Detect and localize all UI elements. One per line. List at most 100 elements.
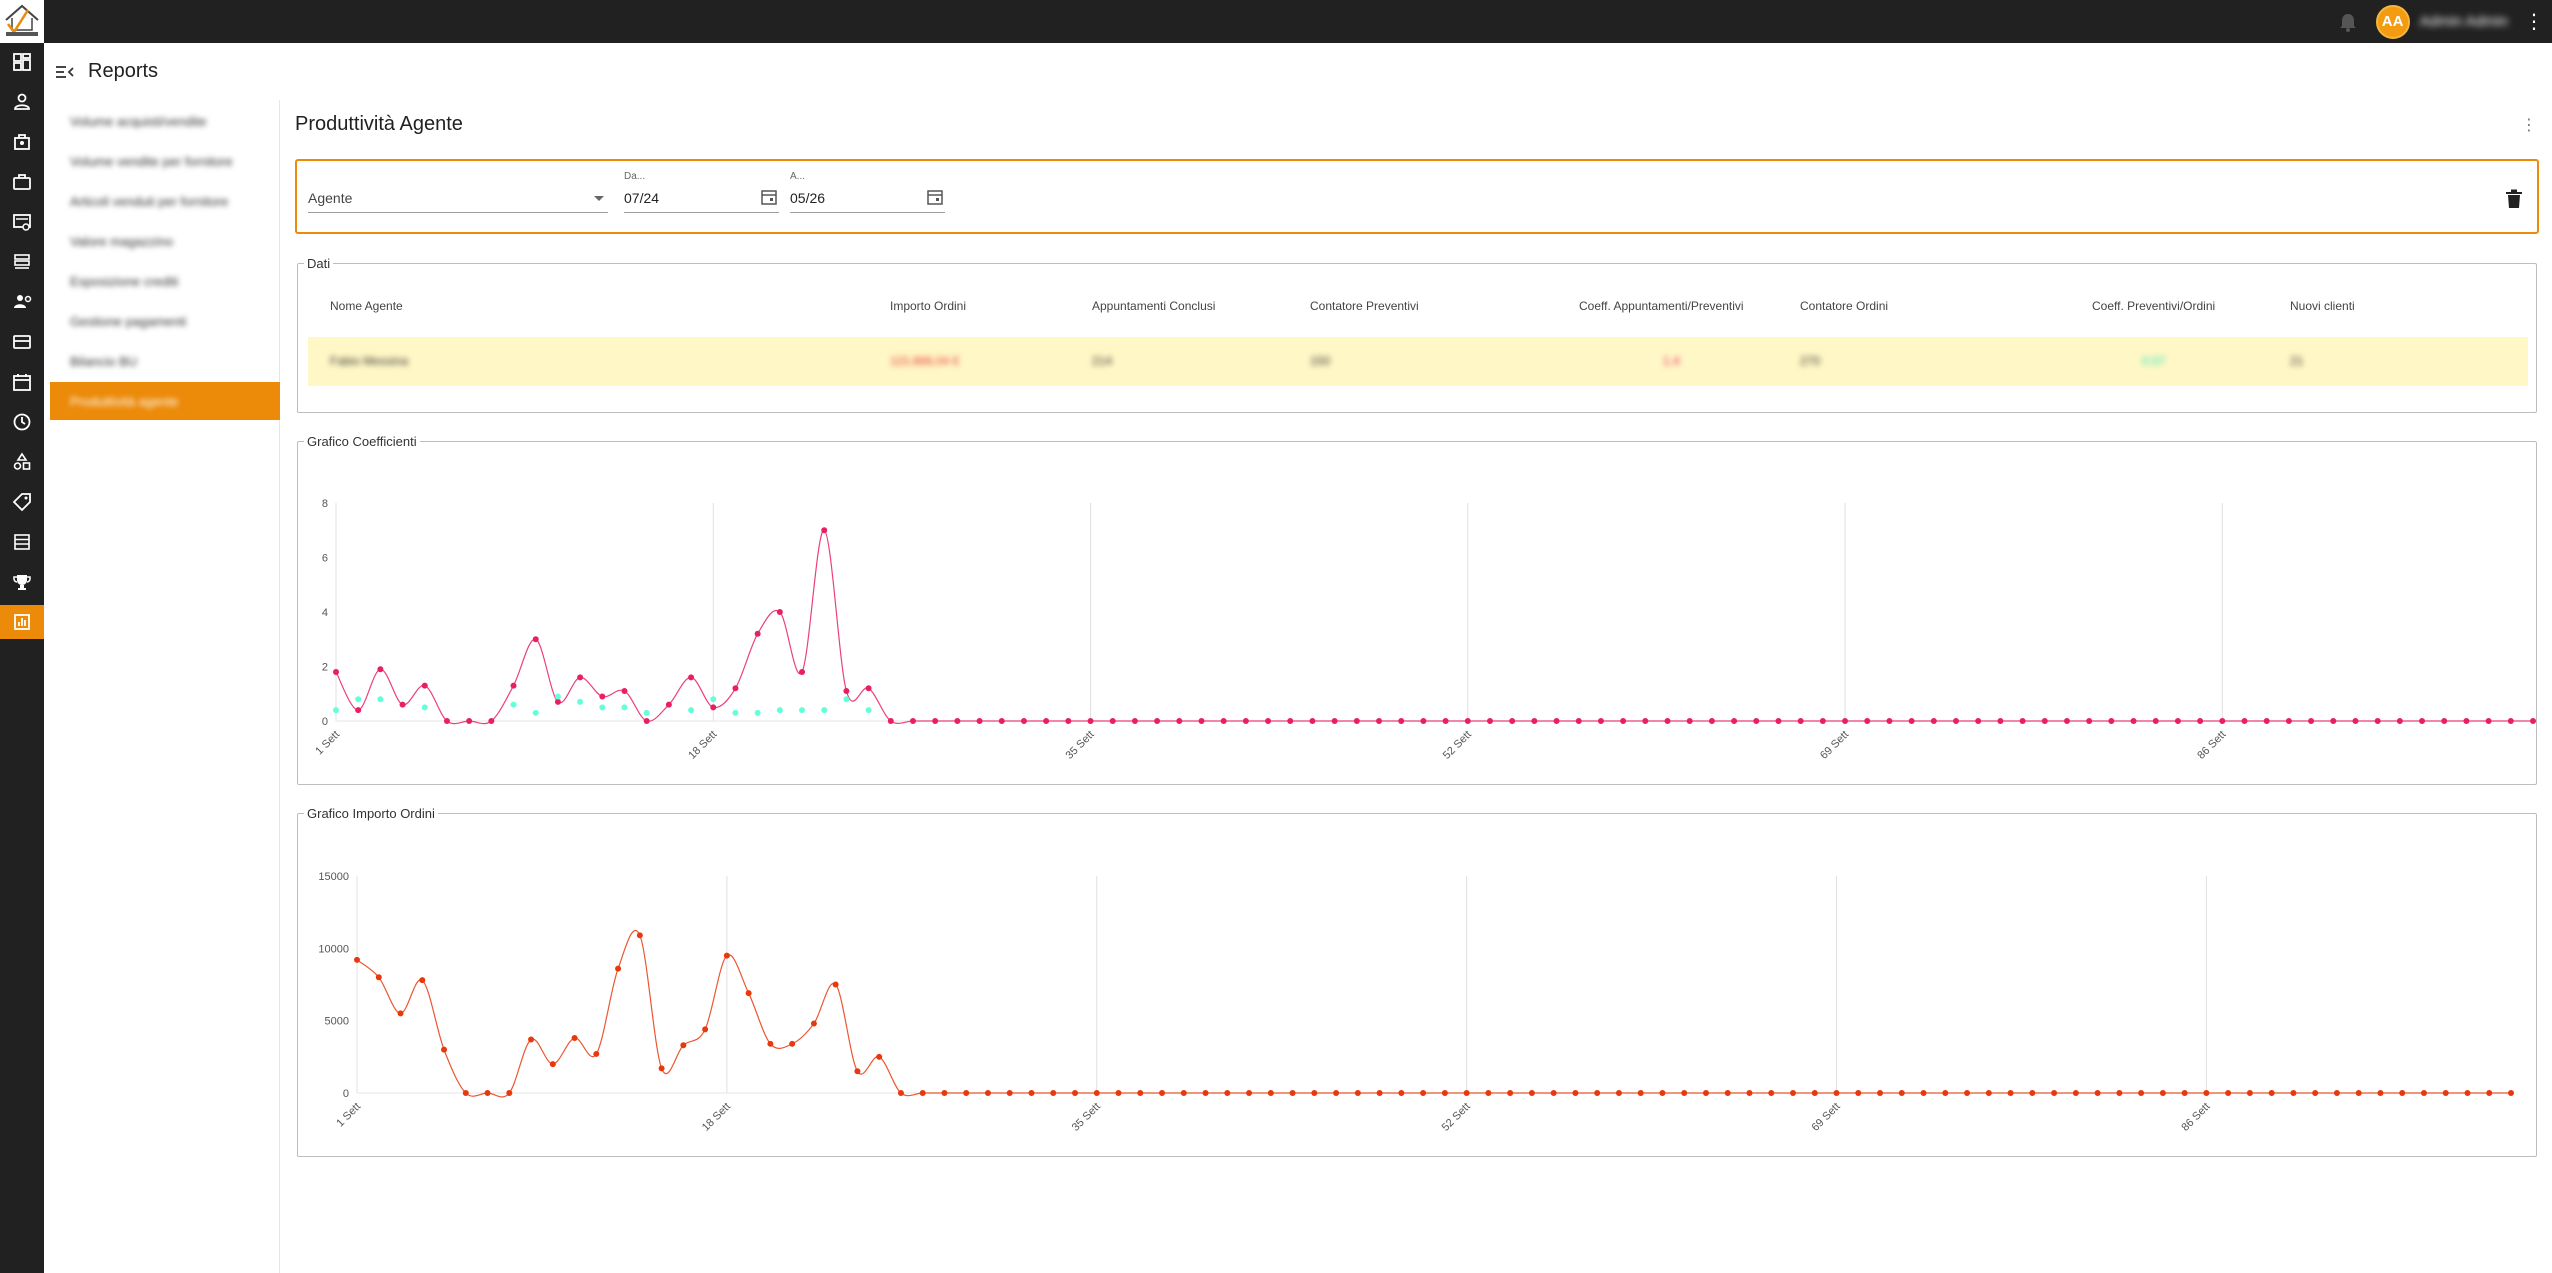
data-point bbox=[2094, 1090, 2101, 1096]
col-header-appuntamenti-conclusi[interactable]: Appuntamenti Conclusi bbox=[1092, 299, 1215, 313]
shapes-icon[interactable] bbox=[0, 445, 44, 479]
data-point bbox=[1331, 718, 1338, 724]
data-point bbox=[554, 698, 561, 705]
col-header-nuovi-clienti[interactable]: Nuovi clienti bbox=[2290, 299, 2355, 313]
sidebar-item-esposizione-crediti[interactable]: Esposizione crediti bbox=[50, 262, 280, 300]
x-tick-label: 18 Sett bbox=[686, 729, 719, 762]
data-point bbox=[1353, 718, 1360, 724]
data-point bbox=[1420, 1090, 1427, 1096]
data-point bbox=[767, 1040, 774, 1047]
tag-icon[interactable] bbox=[0, 485, 44, 519]
data-point bbox=[2399, 1090, 2406, 1096]
data-point bbox=[2159, 1090, 2166, 1096]
top-more-menu-icon[interactable]: ⋮ bbox=[2522, 7, 2546, 37]
data-point bbox=[484, 1090, 491, 1096]
date-from-field[interactable]: Da... 07/24 bbox=[624, 167, 779, 213]
data-point bbox=[643, 718, 650, 724]
data-point bbox=[1087, 718, 1094, 724]
data-point bbox=[599, 704, 606, 711]
sidebar-item-produttivita-agente[interactable]: Produttività agente bbox=[50, 382, 280, 420]
sidebar-item-volume-acquisti[interactable]: Volume acquisti/vendite bbox=[50, 102, 280, 140]
data-point bbox=[549, 1061, 556, 1068]
data-point bbox=[1842, 718, 1849, 724]
clock-icon[interactable] bbox=[0, 405, 44, 439]
data-point bbox=[1220, 718, 1227, 724]
filters-bar: Agente Da... 07/24 A... 05/26 bbox=[295, 159, 2539, 234]
person-icon[interactable] bbox=[0, 85, 44, 119]
col-header-contatore-ordini[interactable]: Contatore Ordini bbox=[1800, 299, 1888, 313]
calendar-picker-icon[interactable] bbox=[927, 189, 943, 205]
notifications-bell-icon[interactable] bbox=[2334, 8, 2362, 36]
data-point bbox=[1908, 718, 1915, 724]
person-gear-icon[interactable] bbox=[0, 285, 44, 319]
data-point bbox=[2486, 1090, 2493, 1096]
trophy-icon[interactable] bbox=[0, 565, 44, 599]
list-icon[interactable] bbox=[0, 525, 44, 559]
data-point bbox=[710, 696, 717, 703]
data-point bbox=[1198, 718, 1205, 724]
main-content: Produttività Agente ⋮ Agente Da... 07/24… bbox=[281, 100, 2552, 1273]
report-icon[interactable] bbox=[0, 605, 44, 639]
data-point bbox=[621, 704, 628, 711]
date-to-field[interactable]: A... 05/26 bbox=[790, 167, 945, 213]
data-point bbox=[665, 701, 672, 708]
menu-collapse-icon[interactable] bbox=[56, 61, 78, 83]
page-header: Reports bbox=[44, 43, 2552, 100]
data-point bbox=[1507, 1090, 1514, 1096]
data-point bbox=[1531, 718, 1538, 724]
data-point bbox=[466, 718, 473, 724]
briefcase-icon[interactable] bbox=[0, 165, 44, 199]
col-header-importo-ordini[interactable]: Importo Ordini bbox=[890, 299, 966, 313]
user-name[interactable]: Admin Admin bbox=[2420, 13, 2508, 30]
cell-importo-ordini: 115.888,04 € bbox=[890, 354, 960, 368]
report-more-menu-icon[interactable]: ⋮ bbox=[2519, 114, 2539, 136]
trash-icon[interactable] bbox=[2505, 189, 2523, 209]
col-header-coeff-preventivi[interactable]: Coeff. Preventivi/Ordini bbox=[2092, 299, 2215, 313]
data-point bbox=[789, 1040, 796, 1047]
y-tick-label: 2 bbox=[322, 662, 328, 674]
data-point bbox=[1528, 1090, 1535, 1096]
data-point bbox=[1109, 718, 1116, 724]
data-point bbox=[887, 718, 894, 724]
company-logo[interactable] bbox=[0, 0, 44, 43]
user-avatar[interactable]: AA bbox=[2375, 4, 2410, 39]
data-point bbox=[2290, 1090, 2297, 1096]
data-point bbox=[732, 685, 739, 692]
data-point bbox=[2019, 718, 2026, 724]
calendar-picker-icon[interactable] bbox=[761, 189, 777, 205]
agent-select[interactable]: Agente bbox=[308, 187, 608, 213]
sidebar-item-volume-vendite-fornitore[interactable]: Volume vendite per fornitore bbox=[50, 142, 280, 180]
data-point bbox=[2152, 718, 2159, 724]
data-point bbox=[2333, 1090, 2340, 1096]
invoice-icon[interactable] bbox=[0, 205, 44, 239]
sidebar-item-bilancio-bu[interactable]: Bilancio BU bbox=[50, 342, 280, 380]
sidebar-item-articoli-venduti[interactable]: Articoli venduti per fornitore bbox=[50, 182, 280, 220]
data-point bbox=[1354, 1090, 1361, 1096]
data-point bbox=[2377, 1090, 2384, 1096]
calendar-icon[interactable] bbox=[0, 365, 44, 399]
data-point bbox=[1864, 718, 1871, 724]
data-point bbox=[615, 965, 622, 972]
data-point bbox=[2330, 718, 2337, 724]
data-point bbox=[2116, 1090, 2123, 1096]
x-tick-label: 69 Sett bbox=[1810, 1101, 1843, 1134]
data-point bbox=[854, 1068, 861, 1075]
table-row[interactable]: Fabio Messina 115.888,04 € 214 150 1.4 2… bbox=[308, 337, 2528, 386]
data-point bbox=[1768, 1090, 1775, 1096]
col-header-nome-agente[interactable]: Nome Agente bbox=[330, 299, 403, 313]
col-header-contatore-preventivi[interactable]: Contatore Preventivi bbox=[1310, 299, 1419, 313]
sidebar-item-valore-magazzino[interactable]: Valore magazzino bbox=[50, 222, 280, 260]
data-point bbox=[1681, 1090, 1688, 1096]
data-point bbox=[1267, 1090, 1274, 1096]
data-point bbox=[1311, 1090, 1318, 1096]
data-point bbox=[1376, 1090, 1383, 1096]
swap-icon[interactable] bbox=[0, 245, 44, 279]
store-icon[interactable] bbox=[0, 125, 44, 159]
col-header-coeff-appuntamenti[interactable]: Coeff. Appuntamenti/Preventivi bbox=[1579, 299, 1744, 313]
data-point bbox=[2007, 1090, 2014, 1096]
data-point bbox=[532, 636, 539, 643]
sidebar-item-gestione-pagamenti[interactable]: Gestione pagamenti bbox=[50, 302, 280, 340]
data-point bbox=[421, 682, 428, 689]
card-icon[interactable] bbox=[0, 325, 44, 359]
dashboard-icon[interactable] bbox=[0, 45, 44, 79]
